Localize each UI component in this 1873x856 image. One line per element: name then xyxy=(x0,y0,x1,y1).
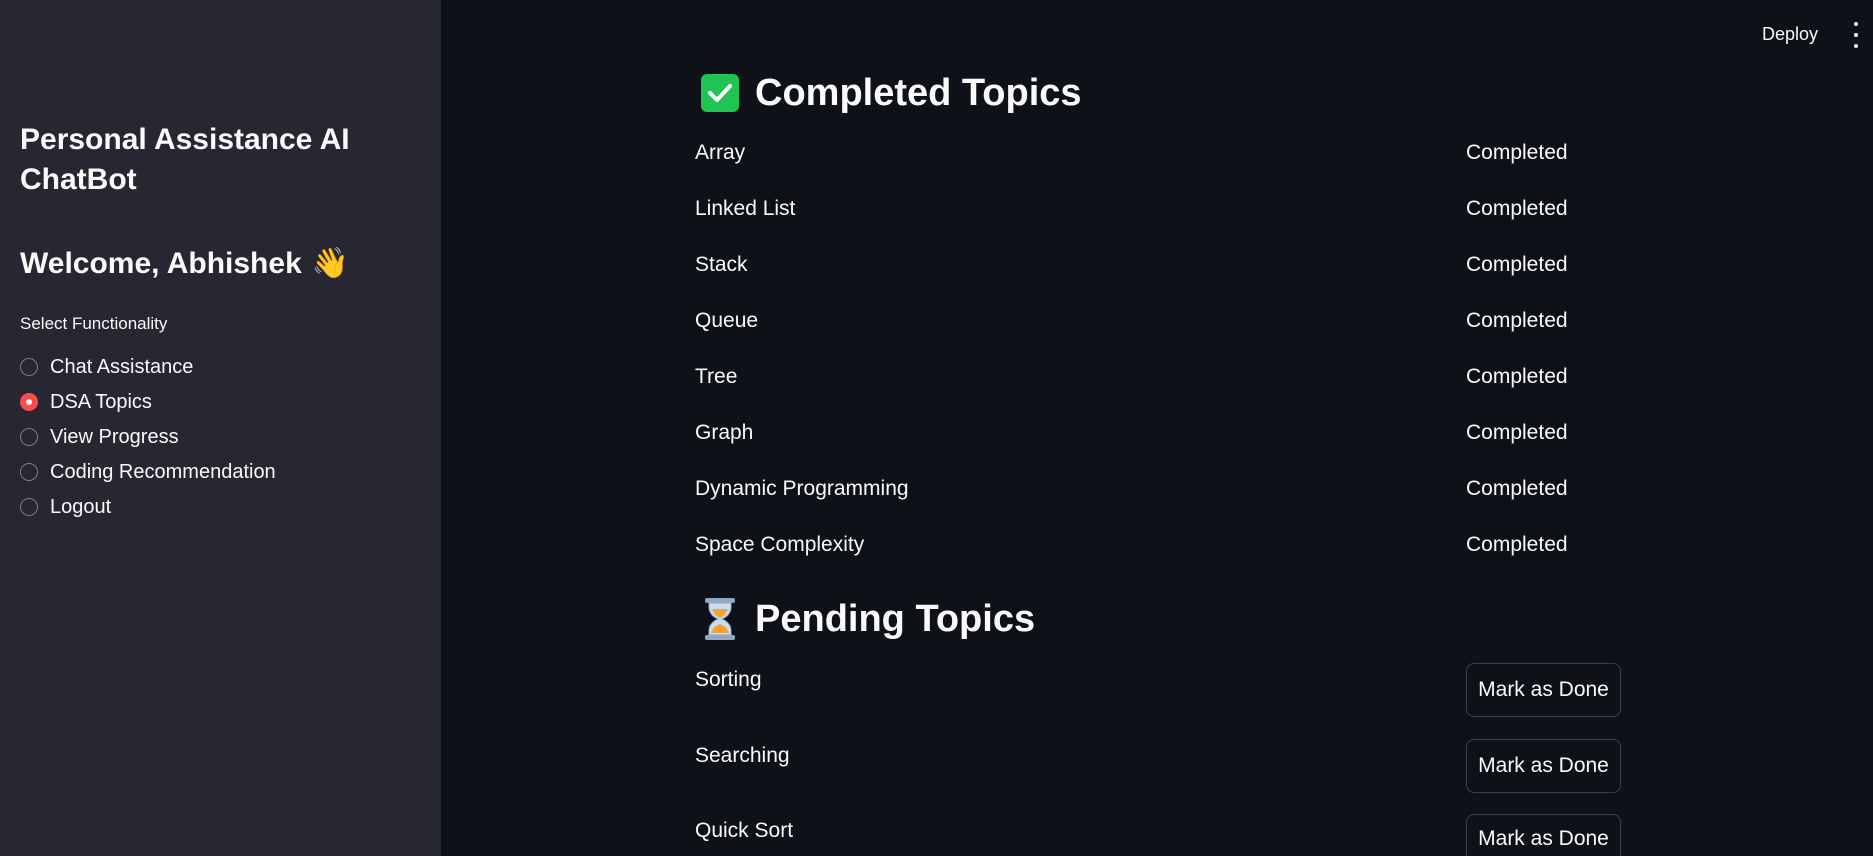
radio-button-icon[interactable] xyxy=(20,357,38,376)
topic-name: Array xyxy=(695,141,746,164)
radio-option-view-progress[interactable]: View Progress xyxy=(20,419,276,454)
functionality-radio-group: Chat Assistance DSA Topics View Progress… xyxy=(20,349,276,524)
topic-status: Completed xyxy=(1466,141,1568,164)
topic-name: Queue xyxy=(695,309,759,332)
radio-option-label: DSA Topics xyxy=(50,390,152,413)
topic-name: Sorting xyxy=(695,668,762,691)
topic-status: Completed xyxy=(1466,197,1568,220)
sidebar: Personal Assistance AI ChatBot Welcome, … xyxy=(0,0,441,856)
completed-row: Dynamic Programming Completed xyxy=(695,474,1645,504)
topic-name: Graph xyxy=(695,421,754,444)
pending-topics-heading: Pending Topics xyxy=(701,596,1035,642)
topic-status: Completed xyxy=(1466,309,1568,332)
topic-name: Dynamic Programming xyxy=(695,477,909,500)
app: Personal Assistance AI ChatBot Welcome, … xyxy=(0,0,1873,856)
topic-status: Completed xyxy=(1466,477,1568,500)
radio-option-label: Logout xyxy=(50,495,112,518)
completed-row: Array Completed xyxy=(695,138,1645,168)
completed-row: Linked List Completed xyxy=(695,194,1645,224)
topic-name: Searching xyxy=(695,744,790,767)
pending-topics-title: Pending Topics xyxy=(755,598,1036,640)
topic-name: Stack xyxy=(695,253,748,276)
completed-row: Queue Completed xyxy=(695,306,1645,336)
deploy-button[interactable]: Deploy xyxy=(1762,22,1818,46)
completed-topics-title: Completed Topics xyxy=(755,72,1082,114)
hourglass-icon xyxy=(701,597,739,641)
topic-status: Completed xyxy=(1466,421,1568,444)
radio-option-coding-recommendation[interactable]: Coding Recommendation xyxy=(20,454,276,489)
completed-row: Graph Completed xyxy=(695,418,1645,448)
radio-option-chat-assistance[interactable]: Chat Assistance xyxy=(20,349,276,384)
radio-group-label: Select Functionality xyxy=(20,314,168,333)
radio-button-selected-icon[interactable] xyxy=(20,392,38,411)
radio-option-label: Coding Recommendation xyxy=(50,460,276,483)
radio-button-icon[interactable] xyxy=(20,497,38,516)
topic-name: Linked List xyxy=(695,197,796,220)
radio-option-label: Chat Assistance xyxy=(50,355,194,378)
waving-hand-icon: 👋 xyxy=(311,247,350,280)
mark-as-done-button[interactable]: Mark as Done xyxy=(1466,814,1621,856)
radio-option-dsa-topics[interactable]: DSA Topics xyxy=(20,384,276,419)
topic-name: Space Complexity xyxy=(695,533,865,556)
mark-as-done-button[interactable]: Mark as Done xyxy=(1466,663,1621,717)
check-mark-icon xyxy=(701,74,739,112)
mark-as-done-button[interactable]: Mark as Done xyxy=(1466,739,1621,793)
radio-button-icon[interactable] xyxy=(20,427,38,446)
welcome-heading: Welcome, Abhishek 👋 xyxy=(20,244,349,284)
completed-row: Tree Completed xyxy=(695,362,1645,392)
radio-option-logout[interactable]: Logout xyxy=(20,489,276,524)
topic-name: Tree xyxy=(695,365,738,388)
sidebar-title: Personal Assistance AI ChatBot xyxy=(20,123,350,196)
radio-option-label: View Progress xyxy=(50,425,179,448)
radio-button-icon[interactable] xyxy=(20,462,38,481)
completed-topics-heading: Completed Topics xyxy=(701,70,1082,116)
topic-status: Completed xyxy=(1466,533,1568,556)
topic-name: Quick Sort xyxy=(695,819,794,842)
welcome-text: Welcome, Abhishek xyxy=(20,247,302,280)
main-menu-kebab-icon[interactable] xyxy=(1850,22,1862,48)
completed-row: Space Complexity Completed xyxy=(695,530,1645,560)
completed-row: Stack Completed xyxy=(695,250,1645,280)
topic-status: Completed xyxy=(1466,253,1568,276)
topic-status: Completed xyxy=(1466,365,1568,388)
